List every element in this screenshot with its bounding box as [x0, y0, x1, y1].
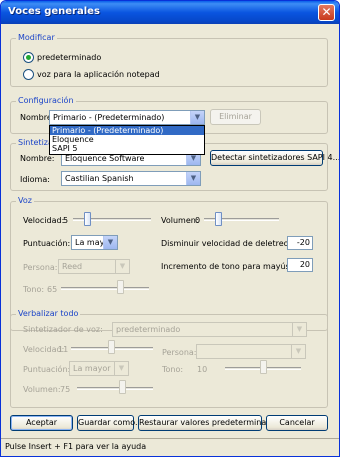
- voz-tono-track: [61, 287, 149, 290]
- radio-app-voice[interactable]: [23, 69, 34, 80]
- voz-puntuacion-select[interactable]: La mayor ▼: [71, 235, 118, 250]
- modificar-group: Modificar: [10, 33, 328, 87]
- voz-tono-label: Tono:: [23, 285, 45, 294]
- status-bar: Pulse Insert + F1 para ver la ayuda: [1, 438, 339, 456]
- voz-deletreo-label: Disminuir velocidad de deletreo:: [161, 239, 292, 248]
- verb-tono-label: Tono:: [162, 365, 184, 374]
- radio-selected-dot: [26, 55, 31, 60]
- radio-app-voice-label: voz para la aplicación notepad: [37, 70, 160, 79]
- dropdown-option[interactable]: SAPI 5: [50, 144, 204, 153]
- voz-mayusculas-input[interactable]: 20: [287, 258, 313, 272]
- language-label: Idioma:: [20, 175, 50, 184]
- verbalizar-label: Verbalizar todo: [16, 309, 81, 318]
- verb-volumen-slider[interactable]: [119, 380, 126, 394]
- modificar-label: Modificar: [16, 33, 57, 42]
- dropdown-option[interactable]: Primario - (Predeterminado): [50, 126, 204, 135]
- verb-velocidad-slider[interactable]: [108, 340, 115, 354]
- chevron-down-icon[interactable]: ▼: [114, 362, 128, 375]
- voz-volumen-slider[interactable]: [215, 212, 222, 226]
- synth-name-label: Nombre:: [20, 154, 55, 163]
- radio-predeterminado-label: predeterminado: [37, 53, 102, 62]
- accept-button[interactable]: Aceptar: [10, 415, 73, 431]
- verb-volumen-track: [77, 387, 153, 390]
- chevron-down-icon[interactable]: ▼: [103, 236, 117, 249]
- voz-deletreo-input[interactable]: -20: [287, 236, 313, 250]
- title-bar[interactable]: Voces generales ✕: [1, 1, 339, 24]
- verb-puntuacion-label: Puntuación:: [23, 365, 71, 374]
- dropdown-option[interactable]: Eloquence: [50, 135, 204, 144]
- synth-name-value: Eloquence Software: [65, 154, 145, 163]
- voz-volumen-label: Volumen:: [161, 216, 199, 225]
- voz-tono-slider[interactable]: [117, 280, 124, 294]
- dialog-window: Voces generales ✕ Modificar predetermina…: [0, 0, 340, 457]
- language-value: Castilian Spanish: [65, 174, 134, 183]
- chevron-down-icon[interactable]: ▼: [190, 111, 204, 124]
- verb-sintetizador-value: predeterminado: [116, 325, 181, 334]
- config-name-dropdown: Primario - (Predeterminado) Eloquence SA…: [49, 125, 205, 155]
- verb-sintetizador-select[interactable]: predeterminado ▼: [112, 322, 307, 337]
- config-name-value: Primario - (Predeterminado): [53, 113, 165, 122]
- verb-puntuacion-value: La mayor: [73, 364, 111, 373]
- verb-velocidad-value: 11: [58, 345, 69, 354]
- voz-label: Voz: [16, 196, 34, 205]
- cancel-button[interactable]: Cancelar: [266, 415, 328, 431]
- window-title: Voces generales: [8, 6, 100, 17]
- voz-tono-value: 65: [47, 285, 58, 294]
- voz-persona-value: Reed: [62, 262, 83, 271]
- chevron-down-icon[interactable]: ▼: [115, 260, 129, 273]
- radio-predeterminado[interactable]: [23, 52, 34, 63]
- delete-button[interactable]: Eliminar: [210, 109, 261, 125]
- verb-volumen-label: Volumen:: [23, 385, 61, 394]
- restore-defaults-button[interactable]: Restaurar valores predeterminados: [138, 415, 280, 431]
- voz-puntuacion-label: Puntuación:: [23, 239, 71, 248]
- chevron-down-icon[interactable]: ▼: [186, 172, 200, 185]
- detect-sapi4-button[interactable]: Detectar sintetizadores SAPI 4...: [210, 150, 339, 166]
- save-as-button[interactable]: Guardar como...: [77, 415, 143, 431]
- voz-persona-label: Persona:: [23, 263, 58, 272]
- config-name-select[interactable]: Primario - (Predeterminado) ▼: [49, 110, 205, 125]
- verb-puntuacion-select[interactable]: La mayor ▼: [69, 361, 129, 376]
- chevron-down-icon[interactable]: ▼: [292, 323, 306, 336]
- language-select[interactable]: Castilian Spanish ▼: [61, 171, 201, 186]
- verb-persona-label: Persona:: [162, 348, 197, 357]
- voz-volumen-value: 0: [195, 216, 201, 225]
- voz-persona-select[interactable]: Reed ▼: [58, 259, 130, 274]
- verb-tono-value: 10: [197, 365, 208, 374]
- verb-tono-slider[interactable]: [260, 360, 267, 374]
- verb-volumen-value: 75: [60, 385, 71, 394]
- close-icon[interactable]: ✕: [318, 4, 335, 21]
- voz-velocidad-label: Velocidad:: [23, 216, 65, 225]
- voz-velocidad-slider[interactable]: [84, 212, 91, 226]
- configuracion-label: Configuración: [16, 96, 76, 105]
- verb-sintetizador-label: Sintetizador de voz:: [23, 325, 103, 334]
- verb-persona-select[interactable]: ▼: [196, 344, 306, 359]
- chevron-down-icon[interactable]: ▼: [291, 345, 305, 358]
- voz-velocidad-value: 5: [63, 216, 69, 225]
